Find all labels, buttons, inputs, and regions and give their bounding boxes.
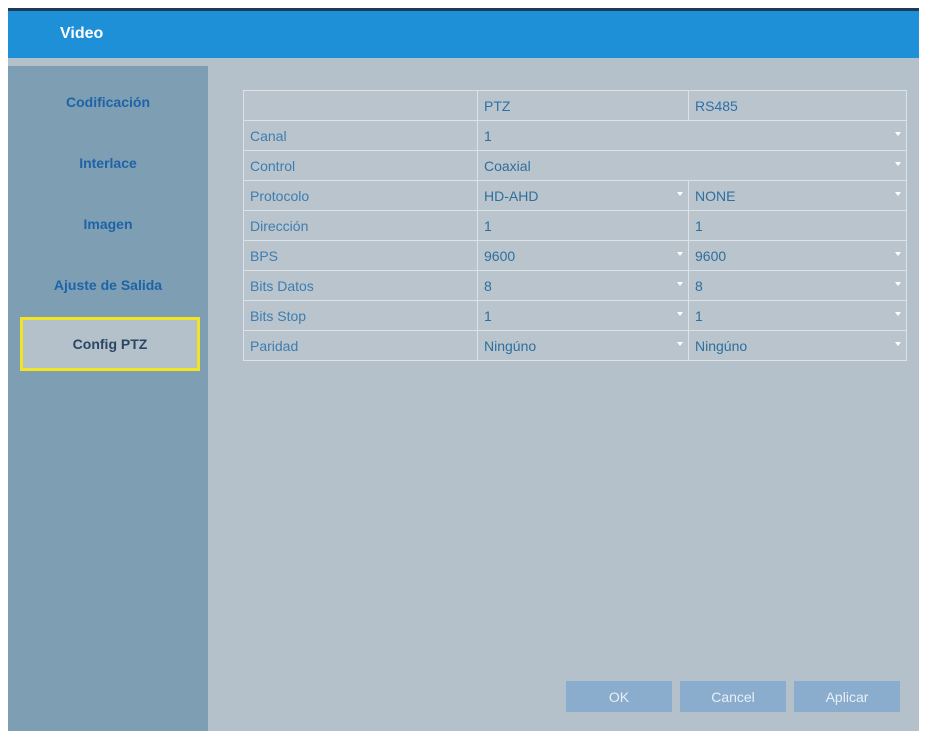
sidebar-item-config-ptz[interactable]: Config PTZ	[20, 317, 200, 371]
row-label: Paridad	[243, 330, 478, 361]
dropdown-arrow-icon[interactable]	[895, 132, 901, 136]
field-value: 9600	[484, 247, 516, 264]
dropdown-arrow-icon[interactable]	[677, 282, 683, 286]
row-label: Control	[243, 150, 478, 181]
window-title: Video	[60, 25, 104, 42]
sidebar-item-label: Codificación	[65, 94, 150, 110]
field-value: Coaxial	[484, 157, 531, 174]
rs485-input[interactable]: 1	[688, 210, 907, 241]
field-value: Ningúno	[484, 337, 537, 354]
rs485-select[interactable]: 9600	[688, 240, 907, 271]
table-row: Control Coaxial	[243, 150, 907, 181]
field-value: 9600	[695, 247, 727, 264]
field-value: 1	[484, 127, 492, 144]
sidebar-item-label: Imagen	[83, 216, 133, 232]
field-value: NONE	[695, 187, 736, 204]
ok-button[interactable]: OK	[566, 681, 672, 712]
row-label: Dirección	[243, 210, 478, 241]
field-value: Ningúno	[695, 337, 748, 354]
content-panel: PTZ RS485 Canal 1 Control Coaxial Protocolo H…	[210, 66, 919, 731]
row-label: BPS	[243, 240, 478, 271]
dropdown-arrow-icon[interactable]	[895, 162, 901, 166]
rs485-select[interactable]: Ningúno	[688, 330, 907, 361]
rs485-select[interactable]: 1	[688, 300, 907, 331]
ptz-select[interactable]: 1	[477, 300, 689, 331]
rs485-select[interactable]: NONE	[688, 180, 907, 211]
sidebar-item-imagen[interactable]: Imagen	[8, 204, 208, 244]
row-label: Canal	[243, 120, 478, 151]
table-row: Bits Stop 1 1	[243, 300, 907, 331]
sidebar-item-codificacion[interactable]: Codificación	[8, 82, 208, 122]
ptz-select[interactable]: HD-AHD	[477, 180, 689, 211]
sidebar-item-label: Interlace	[79, 155, 137, 171]
sidebar-item-label: Ajuste de Salida	[53, 277, 163, 293]
sidebar-item-ajuste-de-salida[interactable]: Ajuste de Salida	[8, 265, 208, 305]
table-row: Protocolo HD-AHD NONE	[243, 180, 907, 211]
field-value: 1	[695, 217, 703, 234]
column-header-empty	[243, 90, 478, 121]
select-field[interactable]: Coaxial	[477, 150, 907, 181]
ptz-config-table: PTZ RS485 Canal 1 Control Coaxial Protocolo H…	[243, 90, 907, 361]
dropdown-arrow-icon[interactable]	[895, 252, 901, 256]
dropdown-arrow-icon[interactable]	[895, 192, 901, 196]
apply-button[interactable]: Aplicar	[794, 681, 900, 712]
row-label: Protocolo	[243, 180, 478, 211]
rs485-select[interactable]: 8	[688, 270, 907, 301]
title-bar: Video	[8, 11, 919, 58]
table-row: BPS 9600 9600	[243, 240, 907, 271]
field-value: 8	[695, 277, 703, 294]
cancel-button[interactable]: Cancel	[680, 681, 786, 712]
video-settings-window: Video Codificación Interlace Imagen Ajus…	[8, 8, 919, 731]
row-label: Bits Stop	[243, 300, 478, 331]
dropdown-arrow-icon[interactable]	[677, 342, 683, 346]
dropdown-arrow-icon[interactable]	[895, 282, 901, 286]
field-value: 1	[695, 307, 703, 324]
field-value: HD-AHD	[484, 187, 539, 204]
row-label: Bits Datos	[243, 270, 478, 301]
ptz-select[interactable]: 9600	[477, 240, 689, 271]
table-row: Paridad Ningúno Ningúno	[243, 330, 907, 361]
dropdown-arrow-icon[interactable]	[677, 312, 683, 316]
field-value: 1	[484, 307, 492, 324]
dropdown-arrow-icon[interactable]	[677, 192, 683, 196]
table-row: Dirección 1 1	[243, 210, 907, 241]
sidebar: Codificación Interlace Imagen Ajuste de …	[8, 66, 208, 731]
sidebar-item-label: Config PTZ	[72, 336, 148, 352]
table-row: Bits Datos 8 8	[243, 270, 907, 301]
ptz-select[interactable]: 8	[477, 270, 689, 301]
field-value: 1	[484, 217, 492, 234]
table-row: Canal 1	[243, 120, 907, 151]
dropdown-arrow-icon[interactable]	[895, 312, 901, 316]
column-header-ptz: PTZ	[477, 90, 689, 121]
dropdown-arrow-icon[interactable]	[677, 252, 683, 256]
select-field[interactable]: 1	[477, 120, 907, 151]
column-header-rs485: RS485	[688, 90, 907, 121]
table-header-row: PTZ RS485	[243, 90, 907, 121]
field-value: 8	[484, 277, 492, 294]
ptz-select[interactable]: Ningúno	[477, 330, 689, 361]
ptz-input[interactable]: 1	[477, 210, 689, 241]
dropdown-arrow-icon[interactable]	[895, 342, 901, 346]
sidebar-item-interlace[interactable]: Interlace	[8, 143, 208, 183]
